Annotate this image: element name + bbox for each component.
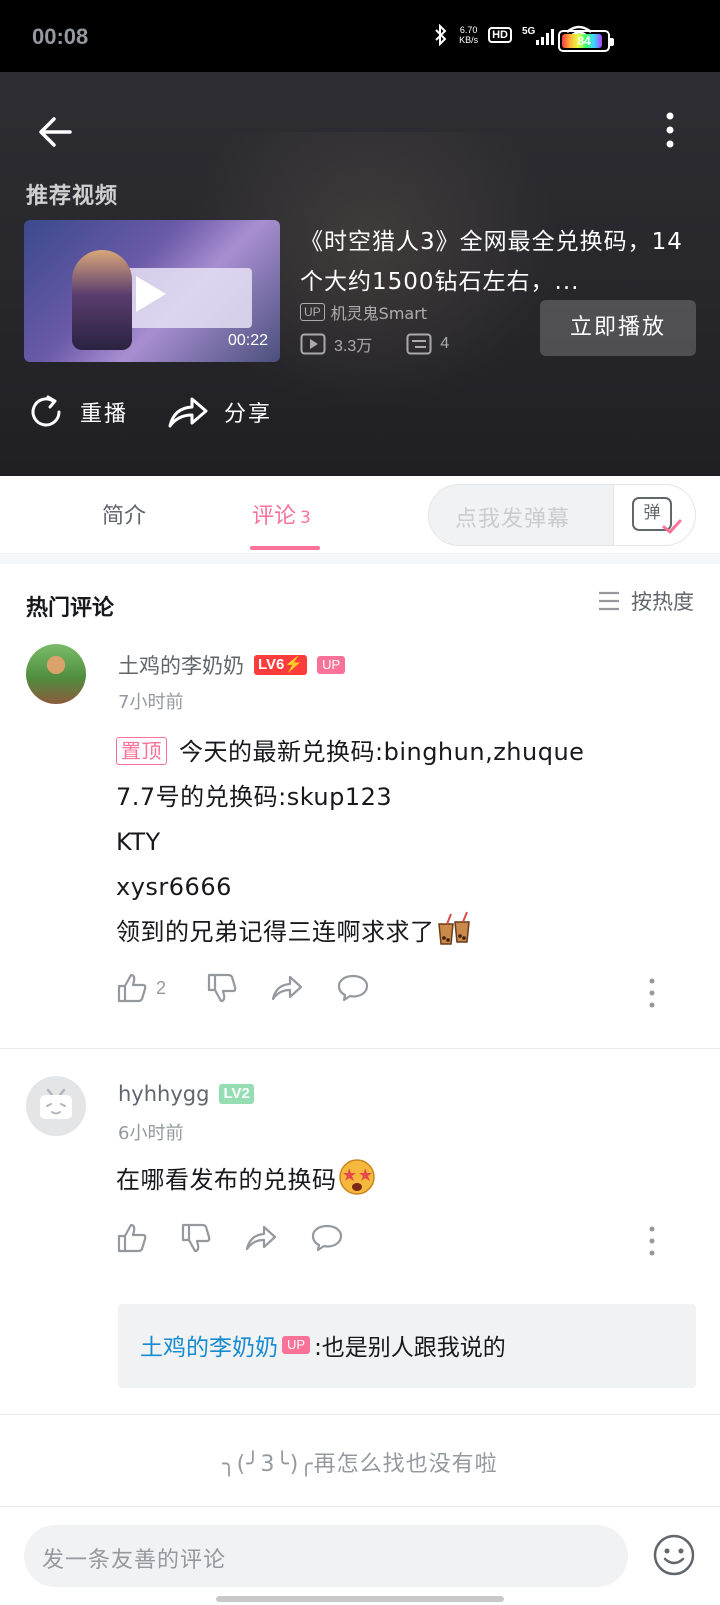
comment-body: 在哪看发布的兑换码: [116, 1158, 696, 1203]
comment-divider: [0, 1048, 720, 1049]
share-icon: [168, 397, 208, 428]
tab-comments-count: 3: [300, 508, 311, 528]
thumbs-up-icon[interactable]: [116, 1222, 148, 1254]
net-speed: 6.70 KB/s: [459, 25, 479, 45]
play-icon: [136, 276, 166, 312]
comment-time: 6小时前: [118, 1123, 184, 1144]
share-icon[interactable]: [244, 1223, 278, 1253]
comment-time: 7小时前: [118, 692, 184, 713]
check-icon: [662, 519, 682, 534]
recommend-label: 推荐视频: [26, 184, 119, 209]
recommended-video-thumbnail[interactable]: 00:22: [24, 220, 280, 362]
comment-more-icon[interactable]: [649, 978, 655, 1008]
thumbs-up-icon: [117, 973, 147, 1003]
replay-icon: [31, 395, 61, 427]
uploader-name: 机灵鬼Smart: [330, 304, 428, 323]
uploader-line: UP 机灵鬼Smart: [300, 300, 427, 324]
svg-text:5G: 5G: [522, 26, 536, 37]
sort-button[interactable]: 按热度: [597, 586, 694, 616]
pinned-tag: 置顶: [116, 737, 167, 765]
back-arrow-icon[interactable]: [36, 112, 76, 152]
tab-comments[interactable]: 评论 3: [252, 498, 311, 530]
comment-username-row: 土鸡的李奶奶 LV6⚡ UP: [118, 650, 346, 680]
up-tag: UP: [300, 303, 325, 321]
danmaku-count: 4: [440, 335, 450, 352]
recommended-video-title[interactable]: 《时空猎人3》全网最全兑换码，14个大约1500钻石左右，...: [300, 222, 690, 302]
comment-username[interactable]: hyhhygg: [118, 1082, 209, 1106]
level-badge: LV2: [219, 1084, 254, 1104]
danmaku-placeholder: 点我发弹幕: [455, 507, 571, 532]
comment-input[interactable]: 发一条友善的评论: [24, 1525, 628, 1587]
more-menu-icon[interactable]: [660, 108, 680, 152]
video-stats: 3.3万 4: [300, 332, 449, 356]
views-count: 3.3万: [334, 338, 373, 355]
up-badge: UP: [317, 656, 346, 674]
video-duration: 00:22: [227, 332, 268, 349]
play-now-button[interactable]: 立即播放: [540, 300, 696, 356]
comment-input-placeholder: 发一条友善的评论: [42, 1548, 227, 1573]
replay-label: 重播: [80, 402, 129, 427]
bottom-comment-bar: 发一条友善的评论: [0, 1506, 720, 1605]
hot-comments-title: 热门评论: [26, 596, 115, 621]
avatar[interactable]: [26, 644, 86, 704]
reply-icon[interactable]: [310, 1223, 344, 1253]
battery-indicator: 84: [558, 30, 614, 52]
danmaku-count-icon: [406, 333, 432, 355]
replay-button[interactable]: 重播: [26, 392, 128, 432]
comment-actions: 2: [116, 972, 370, 1004]
reply-icon[interactable]: [336, 973, 370, 1003]
views-icon: [300, 333, 326, 355]
video-end-panel: 推荐视频 00:22 《时空猎人3》全网最全兑换码，14个大约1500钻石左右，…: [0, 72, 720, 476]
avatar[interactable]: [26, 1076, 86, 1136]
comment-username-row: hyhhygg LV2: [118, 1082, 254, 1106]
comment-actions: [116, 1222, 344, 1254]
thumbs-down-icon[interactable]: [180, 1222, 212, 1254]
sort-icon: [599, 591, 619, 611]
default-avatar-icon: [40, 1088, 72, 1119]
danmaku-input[interactable]: 点我发弹幕 弹: [428, 484, 696, 546]
active-tab-indicator: [250, 546, 320, 550]
emoji-picker-icon[interactable]: [652, 1533, 696, 1577]
danmaku-toggle-button[interactable]: 弹: [613, 485, 695, 545]
comment-username[interactable]: 土鸡的李奶奶: [118, 650, 244, 680]
reply-text: :也是别人跟我说的: [314, 1335, 506, 1361]
level-badge: LV6⚡: [254, 655, 308, 675]
status-time: 00:08: [32, 24, 89, 49]
up-badge: UP: [282, 1336, 311, 1354]
share-button[interactable]: 分享: [166, 392, 272, 432]
reply-text-row: 土鸡的李奶奶 UP :也是别人跟我说的: [140, 1328, 506, 1362]
end-of-comments-text: ╮(╯3╰)╭再怎么找也没有啦: [222, 1452, 498, 1477]
like-button[interactable]: 2: [116, 972, 166, 1004]
tab-bar: 简介 评论 3 点我发弹幕 弹: [0, 476, 720, 554]
starstruck-emoji-icon: [338, 1159, 375, 1195]
like-count: 2: [156, 977, 167, 998]
tab-intro[interactable]: 简介: [102, 498, 146, 530]
comment-more-icon[interactable]: [649, 1226, 655, 1256]
section-separator: [0, 554, 720, 564]
comment-divider: [0, 1414, 720, 1415]
thumbs-down-icon[interactable]: [206, 972, 238, 1004]
home-indicator[interactable]: [216, 1596, 504, 1602]
signal-icon: 5G: [522, 26, 554, 45]
tab-comments-label: 评论: [252, 504, 297, 529]
reply-username[interactable]: 土鸡的李奶奶: [140, 1328, 278, 1362]
sort-label: 按热度: [631, 590, 694, 614]
share-icon[interactable]: [270, 973, 304, 1003]
bluetooth-icon: [435, 24, 447, 46]
hd-badge: HD: [488, 27, 512, 43]
share-label: 分享: [224, 402, 273, 427]
status-bar: 00:08 6.70 KB/s HD 5G 84: [0, 0, 720, 72]
reply-preview[interactable]: 土鸡的李奶奶 UP :也是别人跟我说的: [118, 1304, 696, 1388]
bubble-tea-emoji-icon: [437, 911, 470, 945]
comment-body: 置顶 今天的最新兑换码:binghun,zhuque 7.7号的兑换码:skup1…: [116, 737, 585, 946]
